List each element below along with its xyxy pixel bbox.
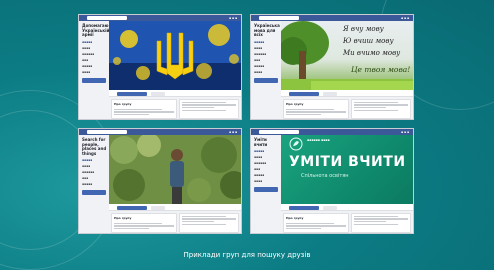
group-cover-photo bbox=[109, 135, 241, 204]
cover-line-3: Ми вчимо мову bbox=[343, 49, 401, 57]
trident-cover-art bbox=[109, 21, 241, 90]
group-sidebar: Українська мова для всіх ▪▪▪▪▪ ▪▪▪▪ ▪▪▪▪… bbox=[251, 21, 281, 119]
sidebar-button[interactable] bbox=[254, 187, 278, 193]
group-screenshot-4: ▪ ▪ ▪ Уміти вчити ▪▪▪▪▪ ▪▪▪▪ ▪▪▪▪▪▪ ▪▪▪ … bbox=[250, 128, 414, 234]
info-card bbox=[179, 99, 239, 119]
sidebar-item[interactable]: ▪▪▪▪ bbox=[251, 69, 281, 75]
top-nav: ▪ ▪ ▪ bbox=[228, 16, 237, 20]
more-button[interactable] bbox=[151, 205, 165, 210]
cover-line-2: Ю вчиш мову bbox=[343, 37, 394, 45]
join-group-button[interactable] bbox=[289, 91, 319, 96]
about-card: Про групу bbox=[283, 213, 349, 233]
group-name: Допомагаю Українській армії bbox=[82, 23, 110, 38]
info-card bbox=[351, 213, 411, 233]
group-screenshot-1: ▪ ▪ ▪ Допомагаю Українській армії ▪▪▪▪▪ … bbox=[78, 14, 242, 120]
about-card-title: Про групу bbox=[114, 216, 132, 220]
group-name: Уміти вчити bbox=[254, 137, 268, 147]
top-nav: ▪ ▪ ▪ bbox=[228, 130, 237, 134]
group-cover-photo bbox=[109, 21, 241, 90]
search-input[interactable] bbox=[87, 130, 127, 134]
search-input[interactable] bbox=[259, 16, 299, 20]
join-group-button[interactable] bbox=[289, 205, 319, 210]
group-name: Українська мова для всіх bbox=[254, 23, 280, 38]
group-sidebar: Допомагаю Українській армії ▪▪▪▪▪ ▪▪▪▪ ▪… bbox=[79, 21, 109, 119]
about-card: Про групу bbox=[283, 99, 349, 119]
group-sidebar: Search for people, places and things ▪▪▪… bbox=[79, 135, 109, 233]
more-button[interactable] bbox=[151, 91, 165, 96]
sidebar-button[interactable] bbox=[254, 77, 278, 83]
search-input[interactable] bbox=[259, 130, 299, 134]
more-button[interactable] bbox=[323, 205, 337, 210]
about-card: Про групу bbox=[111, 99, 177, 119]
sidebar-item[interactable]: ▪▪▪▪ bbox=[251, 178, 281, 184]
group-cover-photo: Я вчу мову Ю вчиш мову Ми вчимо мову Це … bbox=[281, 21, 413, 90]
group-screenshot-2: ▪ ▪ ▪ Українська мова для всіх ▪▪▪▪▪ ▪▪▪… bbox=[250, 14, 414, 120]
cover-line-1: Я вчу мову bbox=[343, 25, 384, 33]
sidebar-button[interactable] bbox=[82, 190, 106, 196]
logo-text: ▪▪▪▪▪▪ ▪▪▪▪ bbox=[307, 138, 330, 142]
top-nav: ▪ ▪ ▪ bbox=[400, 130, 409, 134]
cover-subtitle: Спільнота освітян bbox=[301, 173, 349, 179]
sidebar-item[interactable]: ▪▪▪▪▪ bbox=[79, 181, 109, 187]
about-card-title: Про групу bbox=[286, 102, 304, 106]
about-card: Про групу bbox=[111, 213, 177, 233]
sidebar-button[interactable] bbox=[82, 77, 106, 83]
top-nav: ▪ ▪ ▪ bbox=[400, 16, 409, 20]
person-in-garden-photo bbox=[109, 135, 241, 204]
group-name: Search for people, places and things bbox=[82, 137, 107, 156]
info-card bbox=[179, 213, 239, 233]
presentation-slide: ▪ ▪ ▪ Допомагаю Українській армії ▪▪▪▪▪ … bbox=[0, 0, 494, 270]
leaf-logo-icon bbox=[289, 137, 303, 151]
info-card bbox=[351, 99, 411, 119]
group-screenshot-3: ▪ ▪ ▪ Search for people, places and thin… bbox=[78, 128, 242, 234]
join-bar bbox=[109, 90, 241, 97]
cover-line-4: Це твоя мова! bbox=[351, 65, 411, 74]
about-card-title: Про групу bbox=[114, 102, 132, 106]
join-bar bbox=[281, 204, 413, 211]
sidebar-item[interactable]: ▪▪▪▪ bbox=[79, 69, 109, 75]
join-bar bbox=[109, 204, 241, 211]
join-group-button[interactable] bbox=[117, 91, 147, 96]
group-sidebar: Уміти вчити ▪▪▪▪▪ ▪▪▪▪ ▪▪▪▪▪▪ ▪▪▪ ▪▪▪▪▪ … bbox=[251, 135, 281, 233]
slide-caption: Приклади груп для пошуку друзів bbox=[183, 251, 311, 259]
more-button[interactable] bbox=[323, 91, 337, 96]
group-cover-photo: ▪▪▪▪▪▪ ▪▪▪▪ УМІТИ ВЧИТИ Спільнота освітя… bbox=[281, 135, 413, 204]
join-bar bbox=[281, 90, 413, 97]
join-group-button[interactable] bbox=[117, 205, 147, 210]
cover-title: УМІТИ ВЧИТИ bbox=[289, 154, 406, 170]
about-card-title: Про групу bbox=[286, 216, 304, 220]
search-input[interactable] bbox=[87, 16, 127, 20]
